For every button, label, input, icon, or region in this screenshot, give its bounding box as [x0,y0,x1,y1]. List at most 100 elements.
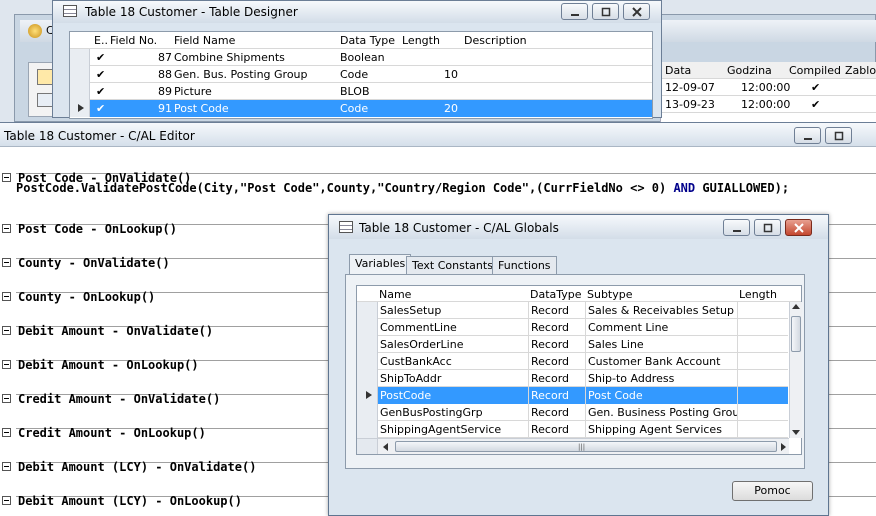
variable-name[interactable]: SalesSetup [380,302,528,319]
variable-name[interactable]: CommentLine [380,319,528,336]
scroll-right-arrow-icon[interactable] [781,443,786,451]
field-no[interactable]: 91 [110,100,172,117]
col-header-length[interactable]: Length [402,32,440,49]
collapse-icon[interactable] [2,258,11,267]
close-button[interactable] [623,3,650,20]
variable-row[interactable]: CommentLine Record Comment Line [357,319,788,336]
row-selector[interactable] [357,387,378,404]
variable-subtype[interactable]: Gen. Business Posting Group [588,404,738,421]
variable-subtype[interactable]: Customer Bank Account [588,353,738,370]
variable-name[interactable]: ShipToAddr [380,370,528,387]
variable-datatype[interactable]: Record [531,404,585,421]
row-selector[interactable] [70,100,90,117]
variable-subtype[interactable]: Sales Line [588,336,738,353]
col-header-time[interactable]: Godzina [727,62,772,79]
variable-datatype[interactable]: Record [531,387,585,404]
row-selector[interactable] [70,49,90,66]
field-name[interactable]: Gen. Bus. Posting Group [174,66,308,83]
field-name[interactable]: Post Code [174,100,229,117]
row-selector[interactable] [357,421,378,438]
scroll-up-arrow-icon[interactable] [792,304,800,309]
variable-name[interactable]: GenBusPostingGrp [380,404,528,421]
row-selector[interactable] [357,404,378,421]
col-header-name[interactable]: Name [379,286,411,303]
minimize-button[interactable] [561,3,588,20]
collapse-icon[interactable] [2,462,11,471]
variable-name[interactable]: SalesOrderLine [380,336,528,353]
collapse-icon[interactable] [2,224,11,233]
field-data-type[interactable]: Code [340,100,368,117]
variable-subtype[interactable]: Comment Line [588,319,738,336]
maximize-button[interactable] [592,3,619,20]
col-header-datatype[interactable]: DataType [530,286,582,303]
scrollbar-thumb[interactable] [791,316,801,352]
field-data-type[interactable]: BLOB [340,83,370,100]
col-header-compiled[interactable]: Compiled [789,62,841,79]
tab-variables[interactable]: Variables [349,254,412,276]
variable-datatype[interactable]: Record [531,353,585,370]
variable-row[interactable]: SalesSetup Record Sales & Receivables Setu… [357,302,788,319]
variable-row[interactable]: ShippingAgentService Record Shipping Agent… [357,421,788,438]
maximize-button[interactable] [825,127,852,144]
field-length[interactable]: 10 [402,66,458,83]
field-name[interactable]: Combine Shipments [174,49,285,66]
variable-row[interactable]: SalesOrderLine Record Sales Line [357,336,788,353]
help-button[interactable]: Pomoc [732,481,813,501]
tab-functions[interactable]: Functions [492,256,557,276]
collapse-icon[interactable] [2,292,11,301]
col-header-field-no[interactable]: Field No. [110,32,157,49]
collapse-icon[interactable] [2,173,11,182]
field-name[interactable]: Picture [174,83,212,100]
field-length[interactable] [402,83,458,100]
field-row[interactable]: ✔ 87 Combine Shipments Boolean [70,49,652,66]
row-selector[interactable] [70,83,90,100]
collapse-icon[interactable] [2,496,11,505]
variable-row[interactable]: PostCode Record Post Code [357,387,788,404]
object-list-row[interactable]: 13-09-23 12:00:00 ✔ [661,96,876,113]
variable-subtype[interactable]: Sales & Receivables Setup [588,302,738,319]
col-header-subtype[interactable]: Subtype [587,286,633,303]
variable-subtype[interactable]: Ship-to Address [588,370,738,387]
tab-text-constants[interactable]: Text Constants [406,256,499,276]
field-length[interactable]: 20 [402,100,458,117]
col-header-description[interactable]: Description [464,32,527,49]
sidebar-object-icon[interactable] [37,69,53,85]
row-selector[interactable] [70,66,90,83]
field-data-type[interactable]: Boolean [340,49,385,66]
cal-editor-titlebar[interactable]: Table 18 Customer - C/AL Editor [0,123,876,147]
field-length[interactable] [402,49,458,66]
vertical-scrollbar[interactable] [789,302,802,438]
col-header-data-type[interactable]: Data Type [340,32,395,49]
field-row[interactable]: ✔ 88 Gen. Bus. Posting Group Code 10 [70,66,652,83]
variable-row[interactable]: ShipToAddr Record Ship-to Address [357,370,788,387]
row-selector[interactable] [357,319,378,336]
scroll-down-arrow-icon[interactable] [792,430,800,435]
variable-name[interactable]: CustBankAcc [380,353,528,370]
col-header-date[interactable]: Data [665,62,691,79]
variable-subtype[interactable]: Post Code [588,387,738,404]
enabled-checkmark-icon[interactable]: ✔ [96,49,105,66]
minimize-button[interactable] [794,127,821,144]
field-row[interactable]: ✔ 91 Post Code Code 20 [70,100,652,117]
scroll-left-arrow-icon[interactable] [383,443,388,451]
row-selector[interactable] [357,370,378,387]
enabled-checkmark-icon[interactable]: ✔ [96,100,105,117]
variable-datatype[interactable]: Record [531,319,585,336]
horizontal-scrollbar[interactable]: ||| [357,438,789,454]
variable-datatype[interactable]: Record [531,336,585,353]
variable-name[interactable]: PostCode [380,387,528,404]
col-header-locked[interactable]: Zabloko [845,62,876,79]
minimize-button[interactable] [723,219,750,236]
field-data-type[interactable]: Code [340,66,368,83]
table-designer-titlebar[interactable]: Table 18 Customer - Table Designer [53,1,661,23]
enabled-checkmark-icon[interactable]: ✔ [96,83,105,100]
row-selector[interactable] [357,353,378,370]
trigger-header[interactable]: Post Code - OnValidate() [0,169,876,187]
variable-row[interactable]: CustBankAcc Record Customer Bank Account [357,353,788,370]
collapse-icon[interactable] [2,360,11,369]
variable-row[interactable]: GenBusPostingGrp Record Gen. Business Post… [357,404,788,421]
variable-name[interactable]: ShippingAgentService [380,421,528,438]
field-no[interactable]: 88 [110,66,172,83]
enabled-checkmark-icon[interactable]: ✔ [96,66,105,83]
col-header-length[interactable]: Length [739,286,777,303]
